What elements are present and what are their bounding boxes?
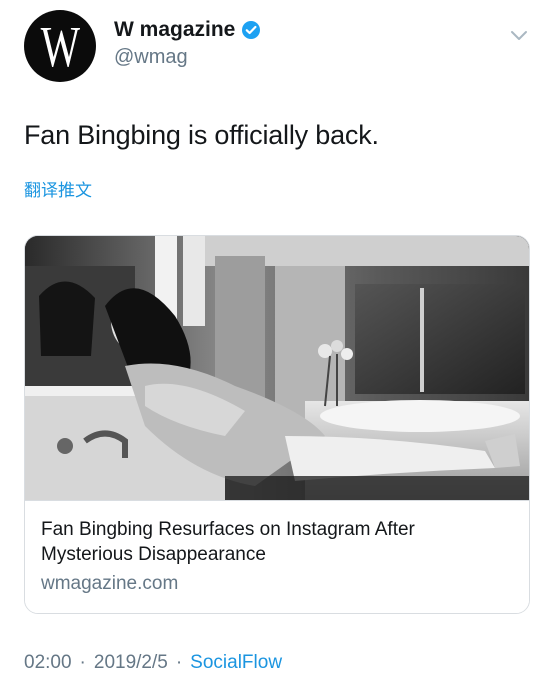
author-names: W magazine @wmag [114,18,261,69]
handle[interactable]: @wmag [114,46,261,69]
card-body[interactable]: Fan Bingbing Resurfaces on Instagram Aft… [25,500,529,613]
chevron-down-icon[interactable] [508,24,530,46]
tweet-source-link[interactable]: SocialFlow [190,652,282,674]
verified-badge-icon [241,20,261,40]
card-image[interactable] [25,236,529,500]
tweet-text: Fan Bingbing is officially back. [24,120,379,150]
tweet-date[interactable]: 2019/2/5 [94,652,168,674]
tweet: W W magazine @wmag Fan Bingbing is offic… [0,0,554,676]
meta-separator: · [175,652,183,673]
card-domain: wmagazine.com [41,573,179,594]
tweet-header: W W magazine @wmag [24,10,534,86]
link-card[interactable]: Fan Bingbing Resurfaces on Instagram Aft… [24,235,530,614]
card-title[interactable]: Fan Bingbing Resurfaces on Instagram Aft… [41,517,511,567]
translate-tweet-link[interactable]: 翻译推文 [24,176,92,201]
tweet-time[interactable]: 02:00 [24,652,72,674]
avatar-logo-letter: W [40,14,80,79]
avatar[interactable]: W [24,10,96,82]
display-name-row: W magazine [114,18,261,42]
meta-separator: · [79,652,86,673]
tweet-meta: 02:00 · 2019/2/5 · SocialFlow [24,652,282,674]
display-name[interactable]: W magazine [114,18,235,42]
